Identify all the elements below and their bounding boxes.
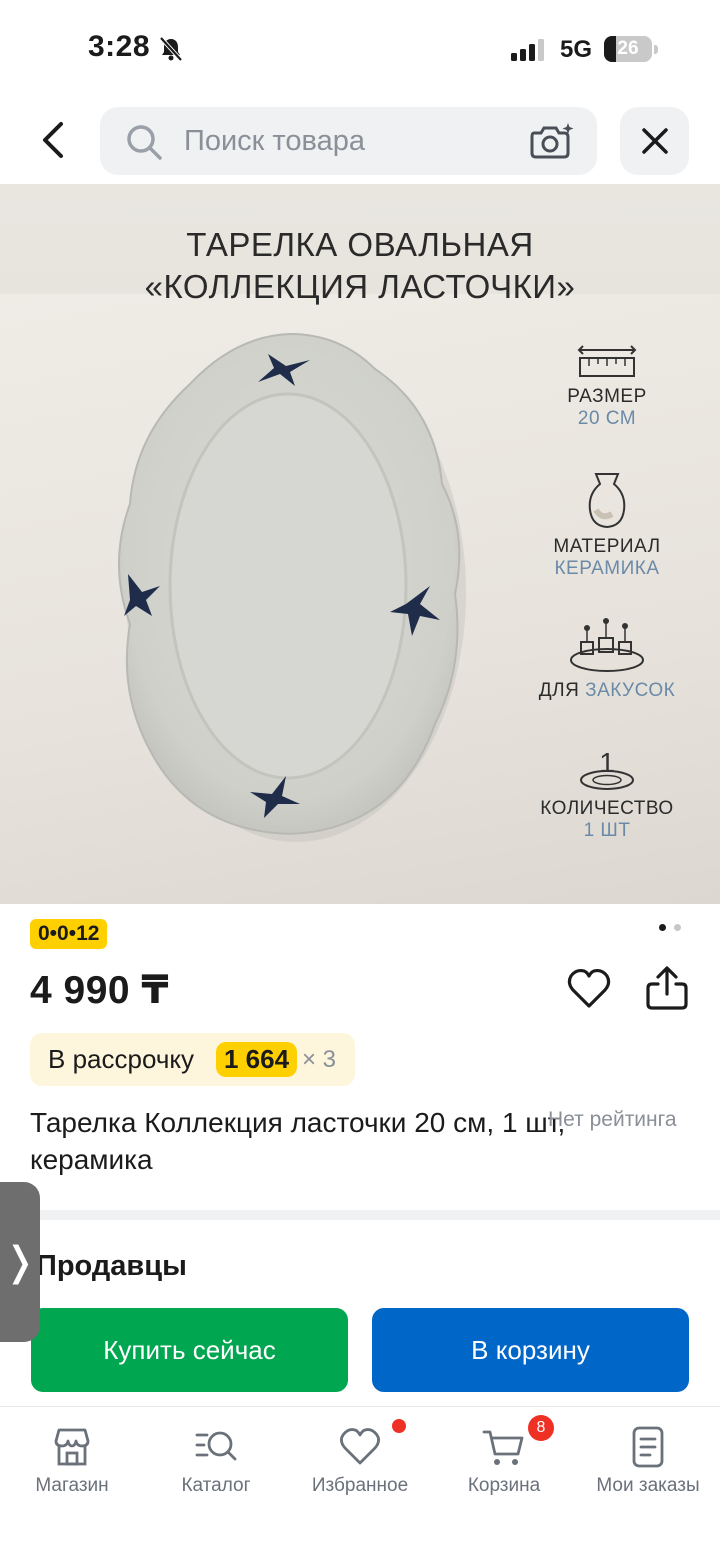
appetizer-plate-icon — [570, 618, 644, 672]
ruler-icon — [577, 345, 637, 377]
spec-material-value: КЕРАМИКА — [554, 558, 660, 579]
search-icon — [127, 125, 162, 160]
heart-icon — [340, 1428, 380, 1465]
bottom-nav: Магазин Каталог Избранное 8 Корзина Мои … — [0, 1406, 720, 1561]
spec-purpose-value: ЗАКУСОК — [585, 680, 676, 701]
spec-purpose: ДЛЯ ЗАКУСОК — [517, 616, 697, 702]
installment-multiplier: × 3 — [302, 1046, 337, 1073]
buy-now-button[interactable]: Купить сейчас — [31, 1308, 348, 1392]
search-header — [0, 98, 720, 184]
single-plate-icon: 1 — [580, 747, 634, 790]
image-title-line2: «КОЛЛЕКЦИЯ ЛАСТОЧКИ» — [144, 268, 576, 305]
orders-icon — [632, 1426, 664, 1468]
search-box[interactable] — [100, 107, 597, 175]
nav-label-orders: Мои заказы — [596, 1475, 700, 1496]
share-icon[interactable] — [644, 964, 690, 1012]
pager-dot-active — [659, 924, 666, 931]
chevron-left-icon — [43, 122, 63, 158]
close-button[interactable] — [620, 107, 689, 175]
nav-label-cart: Корзина — [467, 1475, 541, 1496]
spec-material: МАТЕРИАЛ КЕРАМИКА — [517, 470, 697, 580]
product-price: 4 990 ₸ — [30, 969, 170, 1012]
favorite-heart-icon[interactable] — [566, 966, 612, 1012]
add-to-cart-button[interactable]: В корзину — [372, 1308, 689, 1392]
sellers-section: Продавцы Купить сейчас В корзину — [0, 1220, 720, 1406]
close-icon — [641, 128, 668, 154]
oval-plate-image — [118, 332, 466, 842]
spec-material-label: МАТЕРИАЛ — [553, 536, 661, 557]
installment-offer[interactable]: В рассрочку 1 664 × 3 — [30, 1033, 355, 1086]
nav-item-catalog[interactable]: Каталог — [144, 1407, 288, 1517]
signal-icon — [511, 39, 544, 61]
spec-size-label: РАЗМЕР — [567, 386, 647, 407]
quantity-icon-number: 1 — [599, 747, 615, 778]
spec-size-value: 20 СМ — [577, 408, 637, 429]
installment-amount: 1 664 — [216, 1042, 298, 1077]
pager-dot — [674, 924, 681, 931]
shop-icon — [54, 1428, 90, 1466]
nav-label-catalog: Каталог — [181, 1475, 251, 1496]
nav-item-favorites[interactable]: Избранное — [288, 1407, 432, 1517]
nav-item-orders[interactable]: Мои заказы — [576, 1407, 720, 1517]
product-code-badge: 0•0•12 — [30, 919, 108, 949]
vase-icon — [588, 473, 626, 529]
cart-count-badge: 8 — [528, 1415, 554, 1441]
product-image-carousel[interactable]: ТАРЕЛКА ОВАЛЬНАЯ «КОЛЛЕКЦИЯ ЛАСТОЧКИ» РА… — [0, 184, 720, 904]
spec-quantity-value: 1 ШТ — [583, 820, 631, 841]
section-divider — [0, 1210, 720, 1220]
status-time: 3:28 — [88, 30, 151, 63]
sellers-title: Продавцы — [36, 1250, 187, 1282]
nav-item-shop[interactable]: Магазин — [0, 1407, 144, 1517]
installment-label: В рассрочку — [48, 1044, 195, 1074]
favorites-notification-dot — [392, 1419, 406, 1433]
side-panel-tab[interactable]: ❭ — [0, 1182, 40, 1342]
search-input[interactable] — [184, 107, 514, 175]
camera-search-icon[interactable] — [528, 121, 574, 161]
status-bar: 3:28 5G 26 — [0, 0, 720, 98]
spec-purpose-prefix: ДЛЯ — [538, 680, 580, 701]
nav-label-shop: Магазин — [35, 1475, 109, 1496]
chevron-right-icon: ❭ — [3, 1240, 37, 1284]
nav-label-favorites: Избранное — [311, 1475, 409, 1496]
rating-text[interactable]: Нет рейтинга — [548, 1108, 677, 1132]
battery-percent: 26 — [617, 38, 639, 59]
spec-quantity: 1 КОЛИЧЕСТВО 1 ШТ — [517, 746, 697, 842]
bell-muted-icon — [159, 36, 183, 62]
nav-item-cart[interactable]: 8 Корзина — [432, 1407, 576, 1517]
image-title-line1: ТАРЕЛКА ОВАЛЬНАЯ — [186, 226, 534, 263]
cart-icon — [482, 1430, 524, 1465]
back-button[interactable] — [26, 112, 82, 168]
product-title: Тарелка Коллекция ласточки 20 см, 1 шт, … — [30, 1107, 566, 1175]
spec-purpose-text: ДЛЯ ЗАКУСОК — [517, 680, 697, 702]
battery-icon: 26 — [604, 36, 658, 62]
spec-quantity-label: КОЛИЧЕСТВО — [540, 798, 674, 819]
spec-size: РАЗМЕР 20 СМ — [517, 344, 697, 430]
network-label: 5G — [560, 36, 593, 63]
carousel-pager — [659, 924, 683, 932]
catalog-search-icon — [195, 1431, 237, 1461]
product-info: 0•0•12 4 990 ₸ В рассрочку 1 664 × 3 Тар… — [0, 904, 720, 1210]
